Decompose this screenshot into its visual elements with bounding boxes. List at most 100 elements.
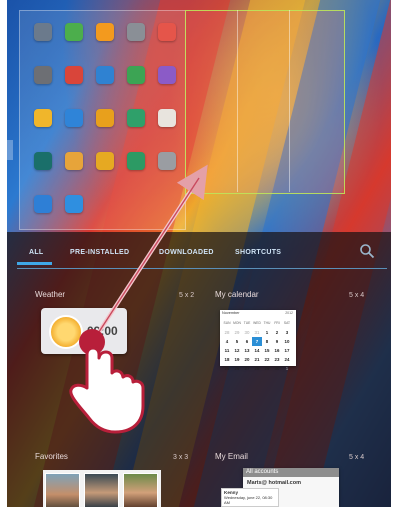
- voice-icon[interactable]: [34, 195, 52, 213]
- calendar-day[interactable]: 1: [282, 364, 292, 373]
- drive-icon[interactable]: [34, 109, 52, 127]
- calendar-day[interactable]: 14: [252, 346, 262, 355]
- messaging-icon[interactable]: [65, 23, 83, 41]
- maps-icon[interactable]: [127, 66, 145, 84]
- calendar-day[interactable]: 29: [232, 328, 242, 337]
- email-icon[interactable]: [65, 109, 83, 127]
- list-icon[interactable]: [65, 152, 83, 170]
- calendar-day[interactable]: 23: [272, 355, 282, 364]
- sync-icon[interactable]: [96, 66, 114, 84]
- calendar-day[interactable]: 5: [232, 337, 242, 346]
- calendar-day[interactable]: 27: [242, 364, 252, 373]
- calendar-day[interactable]: 1: [262, 328, 272, 337]
- calendar-icon[interactable]: [34, 66, 52, 84]
- calendar-day[interactable]: 20: [242, 355, 252, 364]
- calendar-day[interactable]: 19: [232, 355, 242, 364]
- memo-icon[interactable]: [96, 152, 114, 170]
- calendar-day[interactable]: 10: [282, 337, 292, 346]
- calendar-day[interactable]: 21: [252, 355, 262, 364]
- email-date: Wednesday, june 22, 08:30 AM: [224, 495, 273, 505]
- widget-panel: [7, 232, 391, 507]
- calendar-grid: SUN MON TUE WED THU FRI SAT 28 29 30 31 1 2 3 4 5 6 7 8 9 10…: [222, 319, 292, 373]
- calendar-day[interactable]: 31: [252, 328, 262, 337]
- email-account: Marts@ hotmail.com: [247, 480, 301, 486]
- calendar-day[interactable]: 28: [252, 364, 262, 373]
- email-preview[interactable]: Kenny Wednesday, june 22, 08:30 AM: [221, 488, 279, 507]
- calendar-day[interactable]: 2: [272, 328, 282, 337]
- calendar-day-header: SAT: [283, 321, 291, 325]
- tab-downloaded[interactable]: DOWNLOADED: [159, 249, 214, 256]
- gallery-icon[interactable]: [158, 23, 176, 41]
- drop-target-area[interactable]: [185, 10, 345, 194]
- drop-guide: [237, 10, 238, 192]
- tab-pre-installed[interactable]: PRE-INSTALLED: [70, 249, 129, 256]
- calendar-day[interactable]: 6: [242, 337, 252, 346]
- tab-shortcuts[interactable]: SHORTCUTS: [235, 249, 281, 256]
- video-icon[interactable]: [127, 152, 145, 170]
- app-grid: [19, 10, 186, 230]
- download-icon[interactable]: [158, 66, 176, 84]
- calendar-day[interactable]: 30: [242, 328, 252, 337]
- music-icon[interactable]: [127, 109, 145, 127]
- search-icon[interactable]: [359, 243, 375, 259]
- calendar-day[interactable]: 22: [262, 355, 272, 364]
- contact-photo[interactable]: [84, 473, 119, 507]
- calendar-widget-size: 5 x 4: [349, 292, 365, 299]
- calendar-day[interactable]: 7: [252, 337, 262, 346]
- calendar-year: 2012: [285, 311, 293, 315]
- calendar-day[interactable]: 4: [222, 337, 232, 346]
- tab-bar: ALL PRE-INSTALLED DOWNLOADED SHORTCUTS: [7, 240, 391, 272]
- store-icon[interactable]: [65, 195, 83, 213]
- page-indicator[interactable]: [7, 140, 13, 160]
- notes-icon[interactable]: [158, 109, 176, 127]
- home-icon[interactable]: [96, 23, 114, 41]
- favorites-widget[interactable]: [43, 470, 161, 507]
- home-screen: ALL PRE-INSTALLED DOWNLOADED SHORTCUTS W…: [7, 0, 391, 507]
- calendar-day[interactable]: 8: [262, 337, 272, 346]
- calendar-day-header: WED: [253, 321, 261, 325]
- calendar-day-header: TUE: [243, 321, 251, 325]
- email-widget-label: My Email: [215, 452, 248, 461]
- favorites-widget-size: 3 x 3: [173, 454, 189, 461]
- email-widget-size: 5 x 4: [349, 454, 365, 461]
- contact-photo[interactable]: [123, 473, 158, 507]
- calendar-day[interactable]: 18: [222, 355, 232, 364]
- calendar-day[interactable]: 13: [242, 346, 252, 355]
- globe-icon[interactable]: [34, 152, 52, 170]
- calendar-day[interactable]: 24: [282, 355, 292, 364]
- tab-divider: [17, 268, 387, 269]
- contacts-icon[interactable]: [34, 23, 52, 41]
- calendar-widget-label: My calendar: [215, 290, 259, 299]
- calendar-day[interactable]: 9: [272, 337, 282, 346]
- calendar-day[interactable]: 3: [282, 328, 292, 337]
- calendar-day[interactable]: 11: [222, 346, 232, 355]
- weather-widget-label: Weather: [35, 290, 66, 299]
- calendar-day[interactable]: 29: [262, 364, 272, 373]
- folder-icon[interactable]: [96, 109, 114, 127]
- active-tab-indicator: [17, 262, 52, 265]
- calendar-widget[interactable]: November 2012 SUN MON TUE WED THU FRI SAT 28 29 3…: [220, 310, 296, 371]
- calendar-day-header: FRI: [274, 321, 280, 325]
- weather-widget-size: 5 x 2: [179, 292, 195, 299]
- favorites-widget-label: Favorites: [35, 452, 68, 461]
- calendar-day-header: THU: [263, 321, 271, 325]
- settings-icon[interactable]: [158, 152, 176, 170]
- calendar-day[interactable]: 26: [232, 364, 242, 373]
- calendar-day-header: SUN: [223, 321, 231, 325]
- drop-guide: [289, 10, 290, 192]
- calendar-day[interactable]: 28: [222, 328, 232, 337]
- hand-gesture-icon: [69, 329, 145, 434]
- calendar-day[interactable]: 15: [262, 346, 272, 355]
- calendar-day[interactable]: 25: [222, 364, 232, 373]
- calendar-day[interactable]: 16: [272, 346, 282, 355]
- calendar-day[interactable]: 30: [272, 364, 282, 373]
- calendar-day[interactable]: 17: [282, 346, 292, 355]
- email-widget-title: All accounts: [243, 468, 339, 477]
- camera-icon[interactable]: [127, 23, 145, 41]
- tab-all[interactable]: ALL: [29, 249, 44, 256]
- calendar-day-header: MON: [233, 321, 241, 325]
- calendar-day[interactable]: 12: [232, 346, 242, 355]
- gmail-icon[interactable]: [65, 66, 83, 84]
- contact-photo[interactable]: [45, 473, 80, 507]
- calendar-month: November: [222, 311, 240, 315]
